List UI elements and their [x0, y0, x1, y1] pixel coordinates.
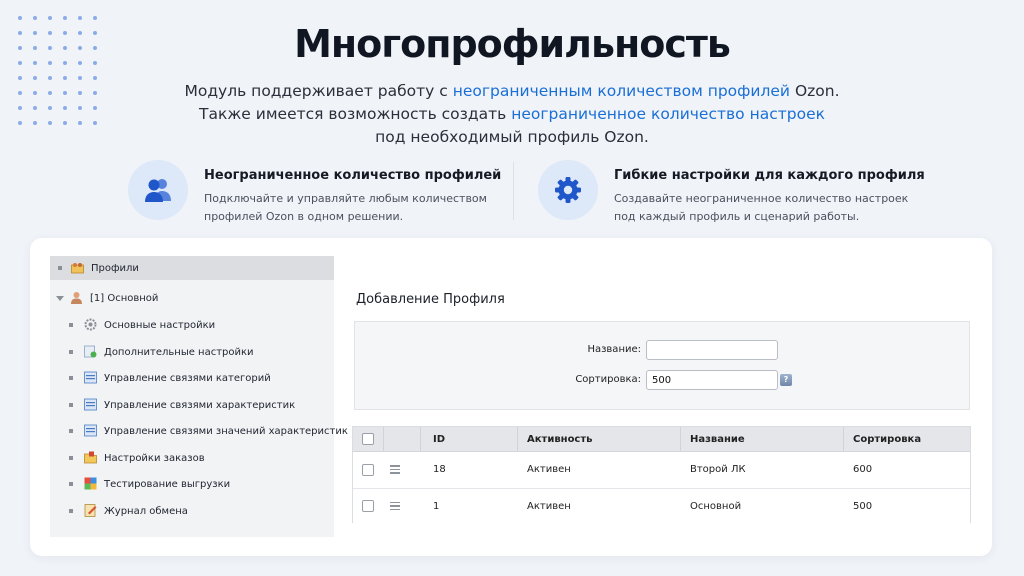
- column-header-active[interactable]: Активность: [527, 427, 592, 451]
- help-icon[interactable]: ?: [780, 374, 792, 386]
- add-profile-form: Название: Сортировка: ?: [354, 321, 970, 410]
- tree-item-profile-main[interactable]: [1] Основной: [50, 286, 334, 310]
- drag-handle-icon[interactable]: [390, 465, 400, 474]
- tree-label: Тестирование выгрузки: [104, 478, 231, 490]
- drag-handle-icon[interactable]: [390, 501, 400, 511]
- tree-bullet: [69, 403, 73, 407]
- tree-label: Журнал обмена: [104, 505, 188, 517]
- gear-icon: [84, 318, 97, 331]
- profiles-tree: Профили [1] Основной Основные настройки: [50, 256, 348, 537]
- tree-item-value-links[interactable]: Управление связями значений характеристи…: [50, 419, 348, 443]
- profile-sort-input[interactable]: [646, 370, 778, 390]
- tree-bullet: [69, 323, 73, 327]
- profile-name-input[interactable]: [646, 340, 778, 360]
- test-icon: [84, 477, 97, 490]
- tree-item-order-settings[interactable]: Настройки заказов: [50, 446, 334, 470]
- table-row[interactable]: 18 Активен Второй ЛК 600: [353, 452, 970, 487]
- feature-title: Неограниченное количество профилей: [204, 168, 502, 183]
- tree-label: Управление связями категорий: [104, 372, 271, 384]
- profiles-folder-icon: [71, 263, 84, 274]
- cell-sort: 600: [853, 464, 873, 475]
- tree-label: Основные настройки: [104, 319, 216, 331]
- list-icon: [84, 424, 97, 437]
- tree-bullet: [69, 350, 73, 354]
- tree-bullet: [69, 429, 73, 433]
- tree-label: Профили: [91, 262, 139, 274]
- list-icon: [84, 398, 97, 411]
- admin-panel-card: Профили [1] Основной Основные настройки: [30, 238, 992, 556]
- cell-active: Активен: [527, 464, 571, 475]
- list-icon: [84, 371, 97, 384]
- tree-item-exchange-log[interactable]: Журнал обмена: [50, 499, 334, 523]
- row-checkbox[interactable]: [362, 463, 374, 476]
- feature-divider: [513, 162, 514, 220]
- tree-bullet: [69, 376, 73, 380]
- profiles-table: ID Активность Название Сортировка 18 Акт…: [352, 426, 971, 523]
- subtitle-text: Модуль поддерживает работу с: [184, 82, 453, 100]
- feature-settings: Гибкие настройки для каждого профиля Соз…: [538, 160, 925, 223]
- sort-label: Сортировка:: [575, 374, 641, 385]
- chevron-down-icon[interactable]: [56, 296, 64, 301]
- cell-sort: 500: [853, 500, 873, 512]
- page-title: Многопрофильность: [294, 22, 731, 66]
- cell-id: 18: [433, 464, 446, 475]
- subtitle-text: под необходимый профиль Ozon.: [375, 128, 649, 146]
- page-subtitle: Модуль поддерживает работу с неограничен…: [0, 80, 1024, 149]
- feature-profiles: Неограниченное количество профилей Подкл…: [128, 160, 502, 223]
- cell-active: Активен: [527, 500, 571, 512]
- tree-item-category-links[interactable]: Управление связями категорий: [50, 366, 334, 390]
- subtitle-text: Также имеется возможность создать: [199, 105, 512, 123]
- add-settings-icon: [84, 345, 97, 358]
- subtitle-highlight: неограниченное количество настроек: [511, 105, 825, 123]
- table-header: ID Активность Название Сортировка: [353, 427, 970, 452]
- user-icon: [71, 292, 82, 304]
- tree-label: Настройки заказов: [104, 452, 205, 464]
- subtitle-text: Ozon.: [790, 82, 840, 100]
- tree-label: Управление связями значений характеристи…: [104, 425, 348, 437]
- row-checkbox[interactable]: [362, 500, 374, 512]
- tree-bullet: [69, 509, 73, 513]
- select-all-checkbox[interactable]: [362, 433, 374, 445]
- tree-bullet: [58, 266, 62, 270]
- tree-item-profiles[interactable]: Профили: [50, 256, 334, 280]
- journal-icon: [84, 504, 97, 517]
- cell-name: Второй ЛК: [690, 464, 746, 475]
- tree-item-attribute-links[interactable]: Управление связями характеристик: [50, 393, 334, 417]
- tree-item-additional-settings[interactable]: Дополнительные настройки: [50, 340, 334, 364]
- orders-folder-icon: [84, 451, 97, 464]
- tree-label: Управление связями характеристик: [104, 399, 296, 411]
- tree-bullet: [69, 456, 73, 460]
- column-header-id[interactable]: ID: [433, 427, 445, 451]
- column-header-name[interactable]: Название: [690, 427, 745, 451]
- tree-item-basic-settings[interactable]: Основные настройки: [50, 313, 334, 337]
- feature-description: Подключайте и управляйте любым количеств…: [204, 192, 487, 223]
- name-label: Название:: [587, 344, 641, 355]
- cell-name: Основной: [690, 500, 742, 512]
- tree-item-export-test[interactable]: Тестирование выгрузки: [50, 472, 334, 496]
- tree-label: Дополнительные настройки: [104, 346, 254, 358]
- form-title: Добавление Профиля: [356, 292, 505, 307]
- tree-label: [1] Основной: [90, 292, 159, 304]
- tree-bullet: [69, 482, 73, 486]
- table-row[interactable]: 1 Активен Основной 500: [353, 488, 970, 523]
- column-header-sort[interactable]: Сортировка: [853, 427, 921, 451]
- cell-id: 1: [433, 500, 440, 512]
- feature-title: Гибкие настройки для каждого профиля: [614, 168, 925, 183]
- gear-icon: [538, 160, 598, 220]
- subtitle-highlight: неограниченным количеством профилей: [452, 82, 791, 100]
- users-icon: [128, 160, 188, 220]
- feature-description: Создавайте неограниченное количество нас…: [614, 192, 909, 223]
